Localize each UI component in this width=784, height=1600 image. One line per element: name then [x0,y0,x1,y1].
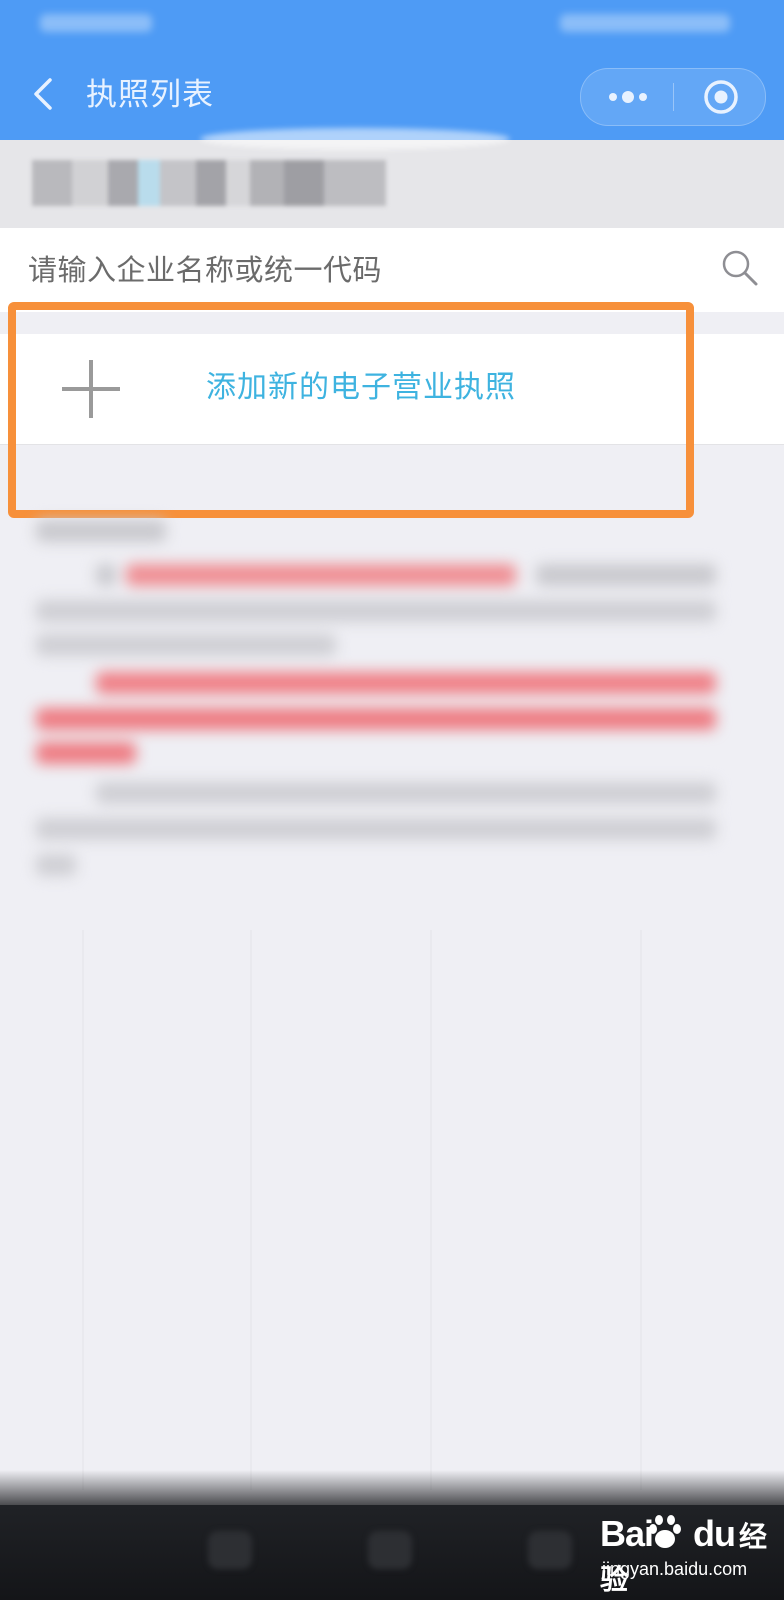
more-dots-icon[interactable] [603,83,653,111]
baidu-paw-icon [649,1515,681,1548]
tab-icon-blurred[interactable] [528,1531,572,1569]
ghost-divider [82,930,84,1490]
status-bar [0,0,784,48]
tab-icon-blurred[interactable] [208,1531,252,1569]
highlight-annotation [8,302,694,518]
status-carrier-blur [40,14,152,32]
blurred-notice-text [36,520,726,900]
tab-icon-blurred[interactable] [368,1531,412,1569]
back-chevron-icon[interactable] [28,76,62,112]
company-name-bar [0,128,784,228]
ghost-divider [430,930,432,1490]
miniprogram-capsule [580,68,766,126]
watermark-logo: Bai du 经验 [600,1514,770,1600]
search-placeholder: 请输入企业名称或统一代码 [28,253,383,287]
bottom-fade [0,1470,784,1510]
ghost-divider [250,930,252,1490]
capsule-divider [673,83,674,111]
search-icon[interactable] [718,246,762,290]
redacted-company-name [32,160,386,206]
watermark-logo-right: du [693,1513,736,1554]
status-clock-blur [560,14,730,32]
nav-bar: 执照列表 [0,48,784,140]
page-title: 执照列表 [86,77,214,113]
close-miniprogram-icon[interactable] [703,79,739,115]
baidu-jingyan-watermark: Bai du 经验 jingyan.baidu.com [600,1514,770,1597]
ghost-divider [640,930,642,1490]
redaction-stroke [200,128,510,150]
watermark-url: jingyan.baidu.com [602,1559,748,1579]
search-input[interactable]: 请输入企业名称或统一代码 [0,228,784,312]
